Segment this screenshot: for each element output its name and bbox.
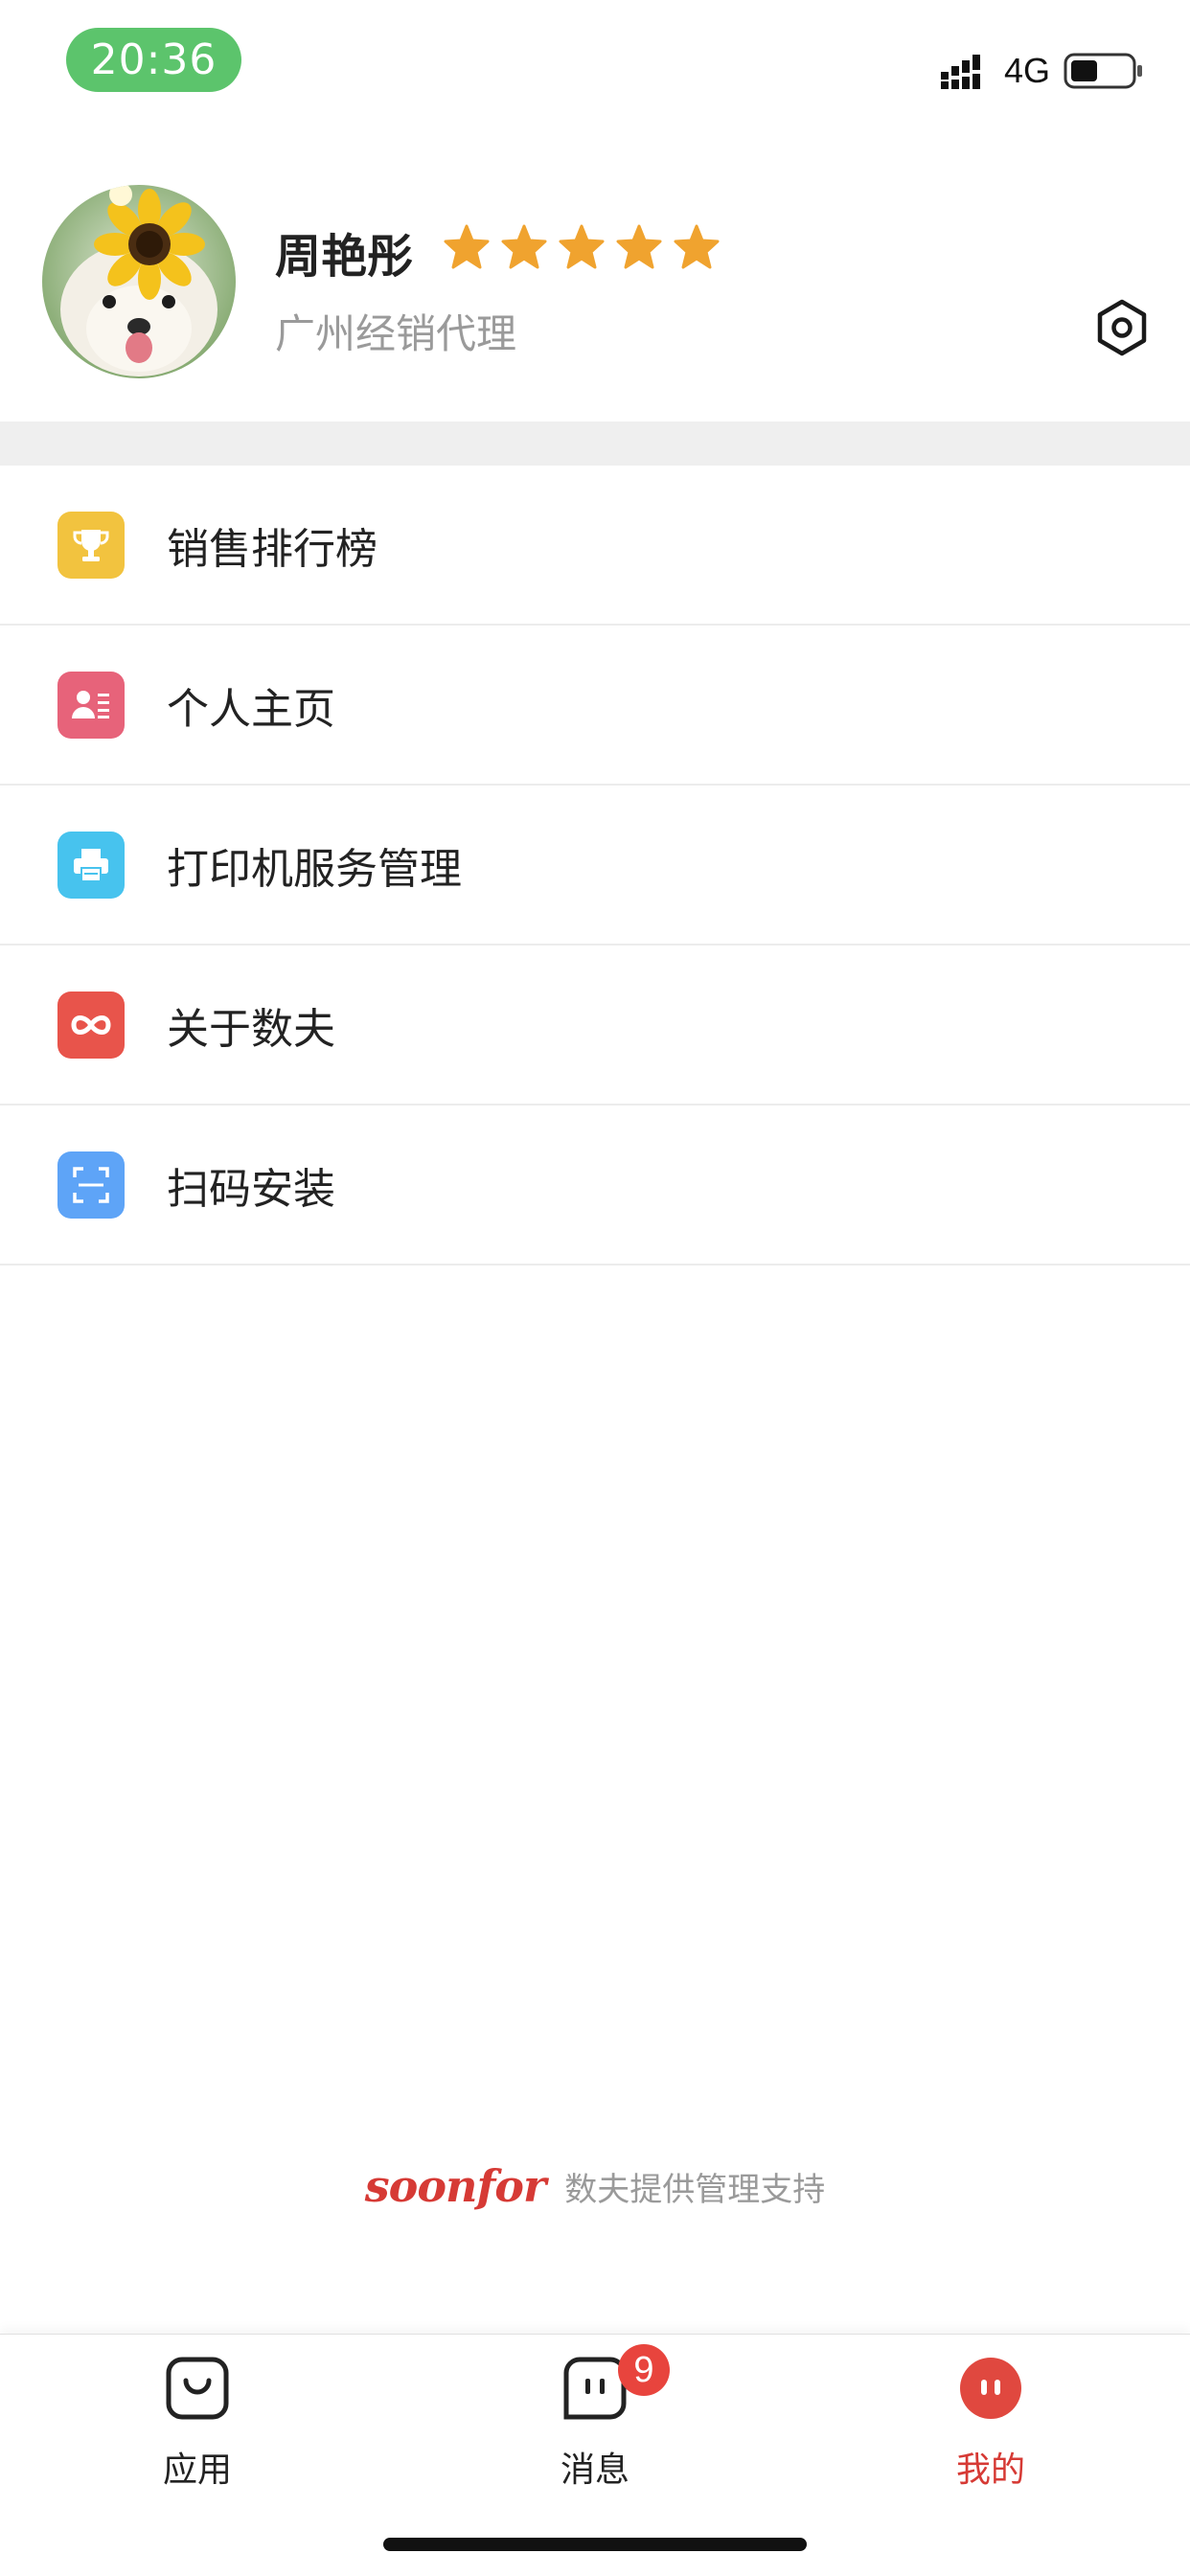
- menu-label: 关于数夫: [167, 1004, 335, 1054]
- settings-gear-icon[interactable]: [1093, 299, 1151, 356]
- avatar-photo: [42, 185, 236, 378]
- battery-icon: [1064, 53, 1142, 89]
- menu-item-about[interactable]: 关于数夫: [0, 946, 1190, 1106]
- tab-mine[interactable]: 我的: [876, 2344, 1106, 2490]
- home-indicator[interactable]: [383, 2538, 807, 2551]
- tab-label: 我的: [955, 2451, 1025, 2490]
- avatar[interactable]: [42, 185, 236, 378]
- profile-face-icon: [960, 2358, 1021, 2419]
- status-time: 20:36: [66, 28, 241, 92]
- menu-label: 打印机服务管理: [167, 844, 462, 894]
- brand-logo: soonfor: [364, 2160, 546, 2212]
- menu-item-sales-ranking[interactable]: 销售排行榜: [0, 466, 1190, 626]
- rating-stars: [443, 223, 721, 271]
- contact-card-icon: [57, 671, 125, 739]
- scan-icon: [57, 1151, 125, 1219]
- menu-label: 个人主页: [167, 684, 335, 734]
- user-name: 周艳彤: [275, 230, 414, 284]
- user-role: 广州经销代理: [275, 310, 517, 357]
- menu-label: 扫码安装: [167, 1164, 335, 1214]
- tab-messages[interactable]: 9 消息: [480, 2344, 710, 2490]
- menu-item-scan-install[interactable]: 扫码安装: [0, 1106, 1190, 1265]
- tab-bar: 应用 9 消息 我的: [0, 2334, 1190, 2576]
- star-icon: [674, 224, 720, 269]
- status-indicators: 4G: [940, 50, 1144, 92]
- network-type: 4G: [1003, 51, 1050, 90]
- brand-tagline: 数夫提供管理支持: [564, 2170, 826, 2209]
- menu-list: 销售排行榜 个人主页 打印机服务管理 关于数夫 扫码安装: [0, 466, 1190, 1265]
- printer-icon: [57, 831, 125, 899]
- tab-label: 消息: [560, 2451, 629, 2490]
- star-icon: [559, 224, 605, 269]
- star-icon: [616, 224, 662, 269]
- menu-item-printer-service[interactable]: 打印机服务管理: [0, 786, 1190, 946]
- message-badge: 9: [618, 2344, 670, 2396]
- tab-apps[interactable]: 应用: [82, 2344, 312, 2490]
- menu-label: 销售排行榜: [167, 524, 378, 574]
- brand-footer: soonfor 数夫提供管理支持: [0, 2160, 1190, 2212]
- star-icon: [444, 224, 490, 269]
- infinity-icon: [57, 991, 125, 1059]
- section-divider: [0, 422, 1190, 466]
- star-icon: [501, 224, 547, 269]
- signal-icon: [940, 55, 980, 89]
- status-bar: 20:36 4G: [0, 0, 1190, 115]
- apps-bag-icon: [166, 2357, 229, 2420]
- tab-label: 应用: [162, 2451, 232, 2490]
- trophy-icon: [57, 511, 125, 579]
- profile-header: 周艳彤 广州经销代理: [0, 115, 1190, 422]
- menu-item-personal-page[interactable]: 个人主页: [0, 626, 1190, 786]
